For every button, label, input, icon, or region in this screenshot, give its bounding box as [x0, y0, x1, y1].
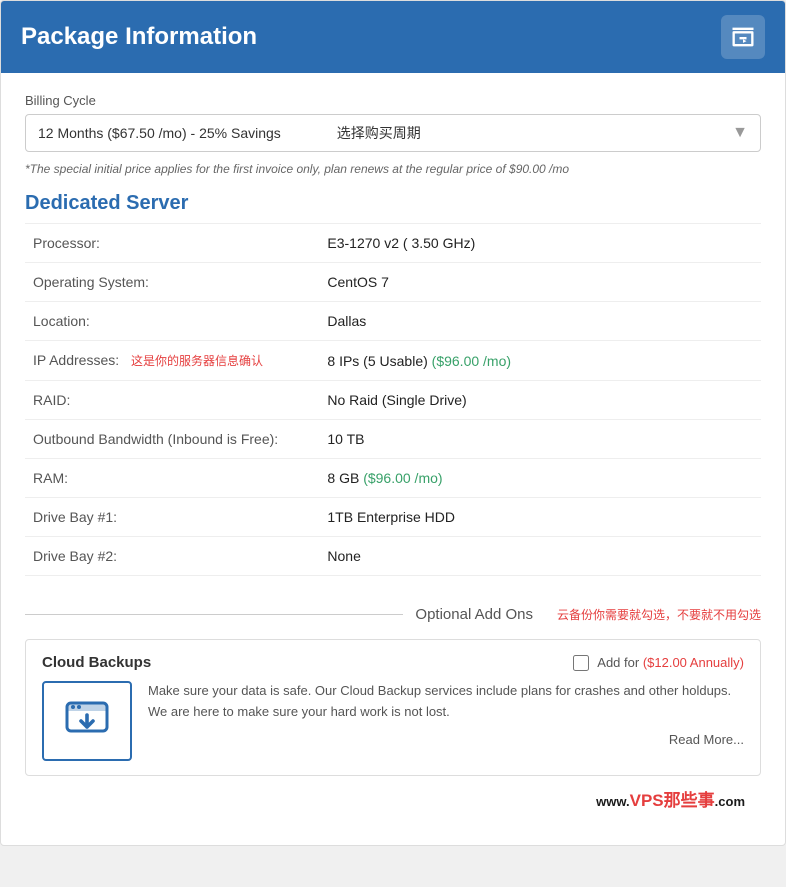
table-row: Processor: E3-1270 v2 ( 3.50 GHz) — [25, 224, 761, 263]
table-row: Location: Dallas — [25, 302, 761, 341]
read-more-link[interactable]: Read More... — [669, 732, 744, 747]
ip-hint: 这是你的服务器信息确认 — [131, 354, 263, 368]
card-header: Package Information — [1, 1, 785, 73]
addon-checkbox-row[interactable]: Add for ($12.00 Annually) — [573, 655, 744, 671]
drive1-value: 1TB Enterprise HDD — [319, 498, 761, 537]
processor-value: E3-1270 v2 ( 3.50 GHz) — [319, 224, 761, 263]
os-label: Operating System: — [25, 263, 319, 302]
optional-addons-section: Optional Add Ons 云备份你需要就勾选，不要就不用勾选 Cloud… — [25, 606, 761, 776]
addon-title-row: Cloud Backups Add for ($12.00 Annually) — [42, 654, 744, 671]
server-info-table: Processor: E3-1270 v2 ( 3.50 GHz) Operat… — [25, 223, 761, 576]
location-label: Location: — [25, 302, 319, 341]
bandwidth-value: 10 TB — [319, 420, 761, 459]
box-icon — [721, 15, 765, 59]
table-row: RAM: 8 GB ($96.00 /mo) — [25, 459, 761, 498]
bandwidth-label: Outbound Bandwidth (Inbound is Free): — [25, 420, 319, 459]
ram-label: RAM: — [25, 459, 319, 498]
drive1-label: Drive Bay #1: — [25, 498, 319, 537]
ip-price: ($96.00 /mo) — [432, 353, 511, 369]
raid-value: No Raid (Single Drive) — [319, 381, 761, 420]
addon-content: Make sure your data is safe. Our Cloud B… — [42, 681, 744, 761]
table-row: Drive Bay #1: 1TB Enterprise HDD — [25, 498, 761, 537]
cloud-backup-checkbox[interactable] — [573, 655, 589, 671]
ram-price: ($96.00 /mo) — [363, 470, 442, 486]
addon-description: Make sure your data is safe. Our Cloud B… — [148, 681, 744, 723]
table-row: Drive Bay #2: None — [25, 537, 761, 576]
location-value: Dallas — [319, 302, 761, 341]
ip-value: 8 IPs (5 Usable) ($96.00 /mo) — [319, 341, 761, 381]
addons-title: Optional Add Ons — [403, 606, 545, 623]
billing-notice: *The special initial price applies for t… — [25, 162, 761, 176]
raid-label: RAID: — [25, 381, 319, 420]
addon-price: ($12.00 Annually) — [643, 655, 744, 670]
addon-add-label: Add for ($12.00 Annually) — [597, 655, 744, 670]
watermark-site: VPS那些事 — [630, 791, 715, 810]
billing-cycle-label: Billing Cycle — [25, 93, 761, 108]
table-row: Outbound Bandwidth (Inbound is Free): 10… — [25, 420, 761, 459]
addons-divider-left — [25, 614, 403, 615]
ram-value: 8 GB ($96.00 /mo) — [319, 459, 761, 498]
table-row: IP Addresses: 这是你的服务器信息确认 8 IPs (5 Usabl… — [25, 341, 761, 381]
watermark-vps: www. — [596, 794, 629, 809]
addons-header: Optional Add Ons 云备份你需要就勾选，不要就不用勾选 — [25, 606, 761, 623]
billing-cycle-select-wrapper[interactable]: 1 Month ($90.00 /mo) 3 Months ($80.00 /m… — [25, 114, 761, 152]
drive2-label: Drive Bay #2: — [25, 537, 319, 576]
cloud-backup-icon-box — [42, 681, 132, 761]
read-more-link-wrapper[interactable]: Read More... — [148, 731, 744, 747]
drive2-value: None — [319, 537, 761, 576]
addons-hint: 云备份你需要就勾选，不要就不用勾选 — [557, 606, 761, 623]
table-row: Operating System: CentOS 7 — [25, 263, 761, 302]
addon-title: Cloud Backups — [42, 654, 151, 671]
watermark: www.VPS那些事.com — [25, 776, 761, 825]
table-row: RAID: No Raid (Single Drive) — [25, 381, 761, 420]
os-value: CentOS 7 — [319, 263, 761, 302]
cloud-backups-addon: Cloud Backups Add for ($12.00 Annually) — [25, 639, 761, 776]
cloud-download-icon — [63, 697, 111, 745]
ip-label: IP Addresses: 这是你的服务器信息确认 — [25, 341, 319, 381]
page-title: Package Information — [21, 23, 257, 51]
processor-label: Processor: — [25, 224, 319, 263]
server-section-title: Dedicated Server — [25, 192, 761, 215]
watermark-domain: .com — [715, 794, 745, 809]
billing-cycle-select[interactable]: 1 Month ($90.00 /mo) 3 Months ($80.00 /m… — [26, 115, 760, 151]
